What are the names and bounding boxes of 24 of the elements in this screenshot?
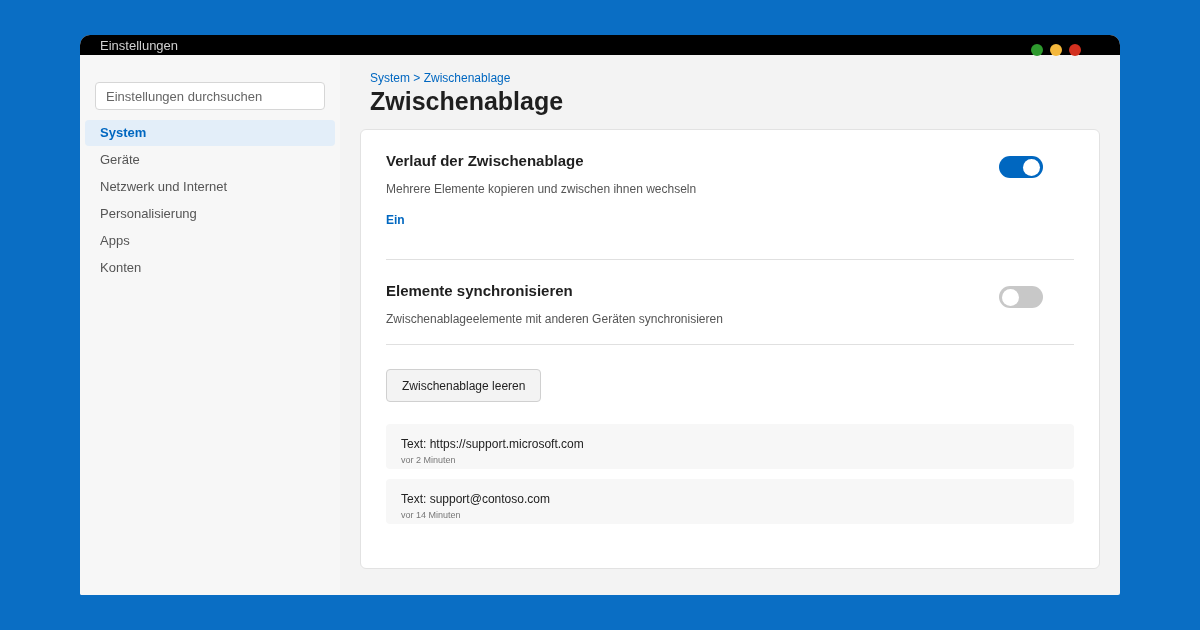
clipboard-history-item[interactable]: Text: support@contoso.com vor 14 Minuten	[386, 479, 1074, 525]
sidebar-item[interactable]: Netzwerk und Internet	[85, 174, 335, 200]
status-label: Ein	[386, 211, 406, 229]
sidebar-item[interactable]: Geräte	[85, 147, 335, 173]
setting-description: Mehrere Elemente kopieren und zwischen ihnen wechseln	[386, 180, 698, 198]
sidebar-item[interactable]: Konten	[85, 255, 335, 281]
history-item-time: vor 2 Minuten	[401, 456, 457, 466]
search-field[interactable]: Einstellungen durchsuchen	[95, 82, 325, 110]
history-item-time: vor 14 Minuten	[401, 511, 462, 521]
setting-description: Zwischenablageelemente mit anderen Geräten synchronisieren	[386, 310, 724, 328]
page-title: Zwischenablage	[370, 86, 565, 117]
sidebar-item[interactable]: Personalisierung	[85, 201, 335, 227]
breadcrumb[interactable]: System > Zwischenablage	[370, 71, 1100, 86]
clipboard-history-item[interactable]: Text: https://support.microsoft.com vor 2 Minuten	[386, 424, 1074, 470]
setting-title: Elemente synchronisieren	[386, 281, 574, 302]
sidebar-item[interactable]: Apps	[85, 228, 335, 254]
history-item-text: Text: support@contoso.com	[401, 493, 551, 506]
clear-clipboard-button[interactable]: Zwischenablage leeren	[386, 369, 542, 403]
sidebar-item[interactable]: System	[85, 120, 335, 146]
window-title: Einstellungen	[100, 38, 179, 52]
setting-title: Verlauf der Zwischenablage	[386, 151, 585, 172]
toggle-switch[interactable]	[999, 286, 1043, 309]
history-item-text: Text: https://support.microsoft.com	[401, 438, 585, 451]
toggle-switch[interactable]	[999, 156, 1043, 179]
